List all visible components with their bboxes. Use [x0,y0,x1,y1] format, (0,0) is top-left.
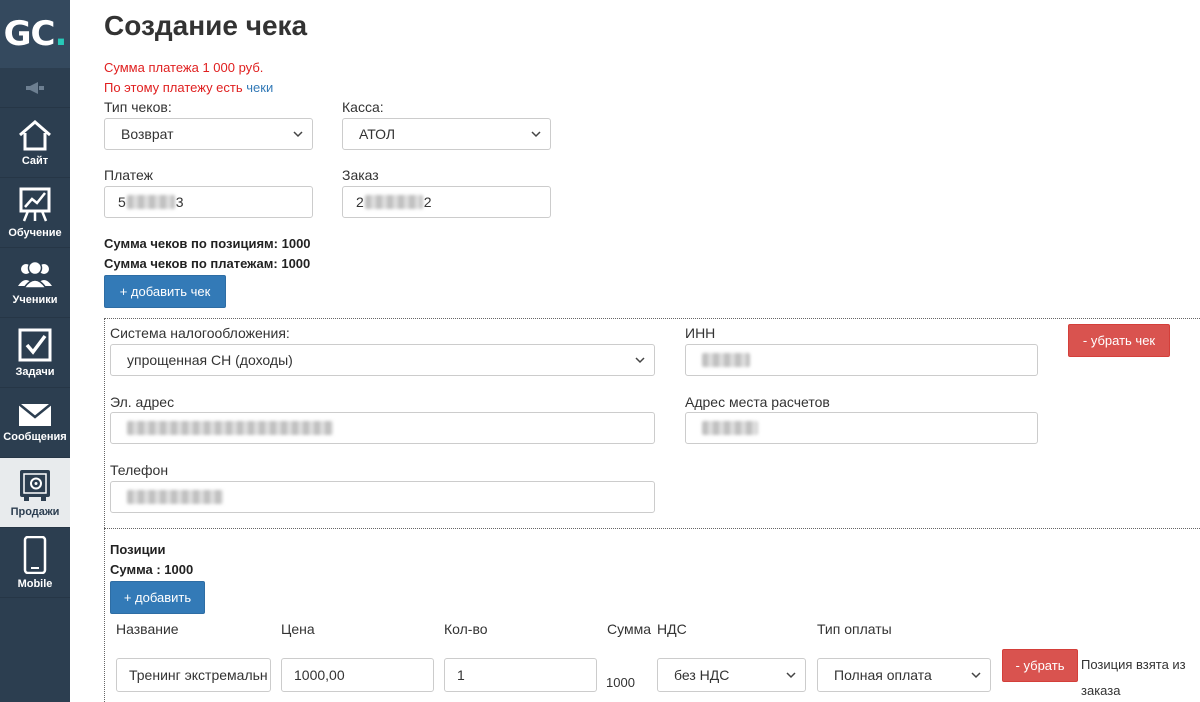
email-label: Эл. адрес [110,394,175,410]
cashbox-value: АТОЛ [359,126,396,142]
sidebar-item-label: Задачи [15,365,55,378]
position-price-value: 1000,00 [294,667,345,683]
column-header-vat: НДС [657,621,687,637]
positions-sum: Сумма : 1000 [110,562,194,577]
column-header-pay-type: Тип оплаты [817,621,892,637]
phone-label: Телефон [110,462,169,478]
sum-by-payments: Сумма чеков по платежам: 1000 [104,256,311,271]
sidebar-item-students[interactable]: Ученики [0,248,70,318]
sidebar-item-sales[interactable]: Продажи [0,458,70,528]
sidebar-item-mobile[interactable]: Mobile [0,528,70,598]
sidebar-item-label: Сайт [21,154,49,167]
sidebar-item-tasks[interactable]: Задачи [0,318,70,388]
logo[interactable]: GC. [0,0,70,68]
smartphone-icon [23,535,47,574]
remove-check-button[interactable]: - убрать чек [1068,324,1170,357]
email-input[interactable] [110,412,655,444]
safe-icon [20,469,50,501]
column-header-sum: Сумма [607,621,651,637]
presentation-chart-icon [19,187,51,221]
checks-link[interactable]: чеки [246,80,273,95]
sidebar-item-site[interactable]: Сайт [0,108,70,178]
chevron-down-icon [786,672,796,679]
checks-message-text: По этому платежу есть [104,80,243,95]
check-divider [104,528,1200,529]
position-source-note: Позиция взята из заказа [1081,657,1186,698]
position-sum-value: 1000 [606,675,635,690]
order-value-start: 2 [356,194,364,210]
payment-sum-message: Сумма платежа 1 000 руб. [104,60,264,75]
chevron-down-icon [971,672,981,679]
sidebar: GC. Сайт Обучение Ученики Задачи Сообщен… [0,0,70,702]
payment-input[interactable]: 5 3 [104,186,313,218]
column-header-price: Цена [281,621,315,637]
position-vat-value: без НДС [674,667,730,683]
position-pay-type-select[interactable]: Полная оплата [817,658,991,692]
order-input[interactable]: 2 2 [342,186,551,218]
position-qty-value: 1 [457,667,465,683]
tax-system-select[interactable]: упрощенная СН (доходы) [110,344,655,376]
position-qty-input[interactable]: 1 [444,658,597,692]
chevron-down-icon [635,357,645,364]
announcement-toggle[interactable] [0,68,70,108]
sidebar-item-label: Обучение [8,226,62,239]
check-type-label: Тип чеков: [104,99,172,115]
order-value-end: 2 [423,194,432,210]
checks-message: По этому платежу есть чеки [104,80,273,95]
sidebar-item-learning[interactable]: Обучение [0,178,70,248]
column-header-qty: Кол-во [444,621,488,637]
cashbox-select[interactable]: АТОЛ [342,118,551,150]
add-position-button[interactable]: + добавить [110,581,205,614]
position-vat-select[interactable]: без НДС [657,658,806,692]
position-name-input[interactable]: Тренинг экстремальн [116,658,271,692]
check-type-select[interactable]: Возврат [104,118,313,150]
redacted-text [364,195,423,209]
positions-title: Позиции [110,542,166,557]
redacted-text [127,490,223,504]
check-type-value: Возврат [121,126,174,142]
column-header-name: Название [116,621,179,637]
payment-label: Платеж [104,167,153,183]
sidebar-item-label: Сообщения [3,430,67,443]
add-check-button[interactable]: + добавить чек [104,275,226,308]
position-name-value: Тренинг экстремальн [129,667,268,683]
logo-text: GC [3,14,56,54]
sidebar-item-messages[interactable]: Сообщения [0,388,70,458]
sidebar-item-label: Ученики [12,293,58,306]
sidebar-item-label: Mobile [17,577,53,590]
page-title: Создание чека [104,10,308,41]
settlement-address-input[interactable] [685,412,1038,444]
inn-label: ИНН [685,325,716,341]
position-price-input[interactable]: 1000,00 [281,658,434,692]
tax-system-label: Система налогообложения: [110,325,290,341]
chevron-down-icon [293,131,303,138]
users-icon [18,260,52,289]
redacted-text [127,421,333,435]
payment-value-start: 5 [118,194,126,210]
redacted-text [126,195,175,209]
cashbox-label: Касса: [342,99,384,115]
envelope-icon [18,402,52,426]
logo-dot: . [54,14,67,54]
chevron-down-icon [531,131,541,138]
tax-system-value: упрощенная СН (доходы) [127,352,293,368]
inn-input[interactable] [685,344,1038,376]
remove-position-button[interactable]: - убрать [1002,649,1078,682]
settlement-address-label: Адрес места расчетов [685,394,830,410]
house-icon [19,119,51,150]
phone-input[interactable] [110,481,655,513]
payment-value-end: 3 [175,194,184,210]
order-label: Заказ [342,167,379,183]
redacted-text [702,353,750,367]
sidebar-item-label: Продажи [10,505,60,518]
checkbox-icon [18,328,52,361]
main-content: Создание чека Сумма платежа 1 000 руб. П… [104,0,1200,702]
redacted-text [702,421,758,435]
megaphone-icon [26,81,44,94]
position-pay-type-value: Полная оплата [834,667,932,683]
sum-by-positions: Сумма чеков по позициям: 1000 [104,236,311,251]
